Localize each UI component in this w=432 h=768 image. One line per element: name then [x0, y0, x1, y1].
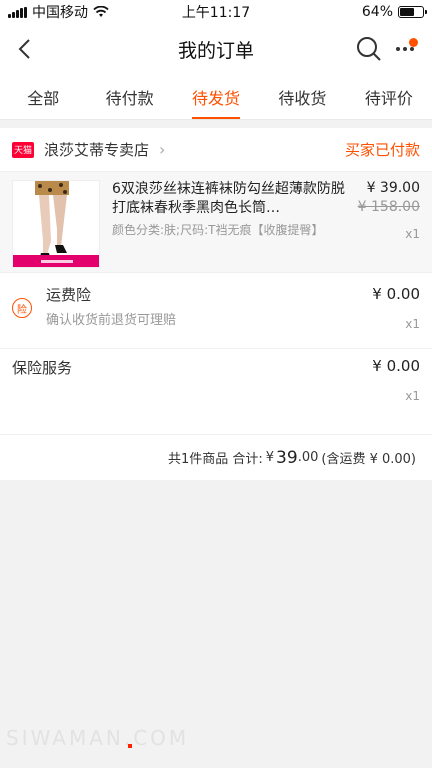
insurance-title: 运费险 — [46, 286, 92, 304]
summary-amount-big: 39 — [276, 447, 298, 468]
summary-freight-note: (含运费 ¥ 0.00) — [321, 452, 416, 467]
chevron-right-icon: › — [159, 140, 166, 159]
product-original-price: ¥ 158.00 — [357, 199, 420, 215]
tab-pending-shipment[interactable]: 待发货 — [173, 74, 259, 119]
product-price: ¥ 39.00 — [366, 180, 420, 196]
summary-count: 共1件商品 合计: — [167, 452, 263, 467]
shop-row[interactable]: 天猫 浪莎艾蒂专卖店 › 买家已付款 — [0, 128, 432, 172]
order-card: 天猫 浪莎艾蒂专卖店 › 买家已付款 6双浪莎丝袜连裤袜防勾丝超薄款防脱打底袜春… — [0, 128, 432, 480]
product-sku: 颜色分类:肤;尺码:T裆无痕【收腹提臀】 — [112, 223, 324, 237]
tab-pending-receipt[interactable]: 待收货 — [259, 74, 345, 119]
product-price-col: ¥ 39.00 ¥ 158.00 x1 — [352, 180, 420, 264]
more-icon[interactable] — [390, 36, 420, 62]
notification-dot — [409, 38, 418, 47]
insurance-info: 运费险 确认收货前退货可理赔 — [46, 285, 372, 336]
tab-pending-payment[interactable]: 待付款 — [86, 74, 172, 119]
product-title[interactable]: 6双浪莎丝袜连裤袜防勾丝超薄款防脱打底袜春秋季黑肉色长筒… — [112, 180, 352, 218]
service-qty: x1 — [405, 389, 420, 403]
freight-insurance-row[interactable]: 险 运费险 确认收货前退货可理赔 ¥ 0.00 x1 — [0, 272, 432, 348]
insurance-price: ¥ 0.00 — [372, 285, 420, 303]
summary-currency: ¥ — [265, 450, 275, 465]
tab-all[interactable]: 全部 — [0, 74, 86, 119]
battery-icon — [398, 6, 427, 18]
status-bar: 中国移动 上午11:17 64% — [0, 0, 432, 24]
insurance-subtitle: 确认收货前退货可理赔 — [46, 313, 177, 328]
search-icon[interactable] — [356, 36, 382, 62]
order-summary: 共1件商品 合计: ¥ 39 .00 (含运费 ¥ 0.00) — [0, 434, 432, 480]
battery-percent: 64% — [361, 4, 393, 20]
insurance-price-col: ¥ 0.00 x1 — [372, 285, 420, 336]
battery-fill — [400, 8, 415, 16]
insurance-icon: 险 — [12, 298, 32, 318]
service-title: 保险服务 — [12, 359, 73, 377]
page-title: 我的订单 — [177, 39, 254, 62]
back-arrow-icon[interactable] — [12, 36, 36, 62]
insurance-qty: x1 — [405, 317, 420, 331]
service-price: ¥ 0.00 — [372, 357, 420, 375]
product-qty: x1 — [405, 227, 420, 241]
product-info: 6双浪莎丝袜连裤袜防勾丝超薄款防脱打底袜春秋季黑肉色长筒… 颜色分类:肤;尺码:… — [112, 180, 352, 264]
product-item[interactable]: 6双浪莎丝袜连裤袜防勾丝超薄款防脱打底袜春秋季黑肉色长筒… 颜色分类:肤;尺码:… — [0, 172, 432, 272]
product-thumbnail[interactable] — [12, 180, 100, 268]
order-status: 买家已付款 — [344, 141, 420, 159]
shop-name[interactable]: 浪莎艾蒂专卖店 — [44, 139, 149, 160]
service-price-col: ¥ 0.00 x1 — [372, 357, 420, 426]
page-indicator-dot — [128, 744, 132, 748]
summary-amount-small: .00 — [297, 450, 319, 465]
carrier-label: 中国移动 — [32, 5, 88, 21]
signal-icon — [8, 6, 27, 18]
wifi-icon — [93, 6, 109, 17]
navbar: 我的订单 — [0, 24, 432, 74]
tab-pending-review[interactable]: 待评价 — [346, 74, 432, 119]
watermark: SIWAMAN.COM — [6, 726, 190, 750]
status-left: 中国移动 — [8, 2, 109, 22]
tmall-badge: 天猫 — [12, 141, 34, 158]
status-right: 64% — [361, 4, 427, 20]
insurance-service-row[interactable]: 保险服务 ¥ 0.00 x1 — [0, 348, 432, 434]
order-tabs: 全部 待付款 待发货 待收货 待评价 — [0, 74, 432, 120]
